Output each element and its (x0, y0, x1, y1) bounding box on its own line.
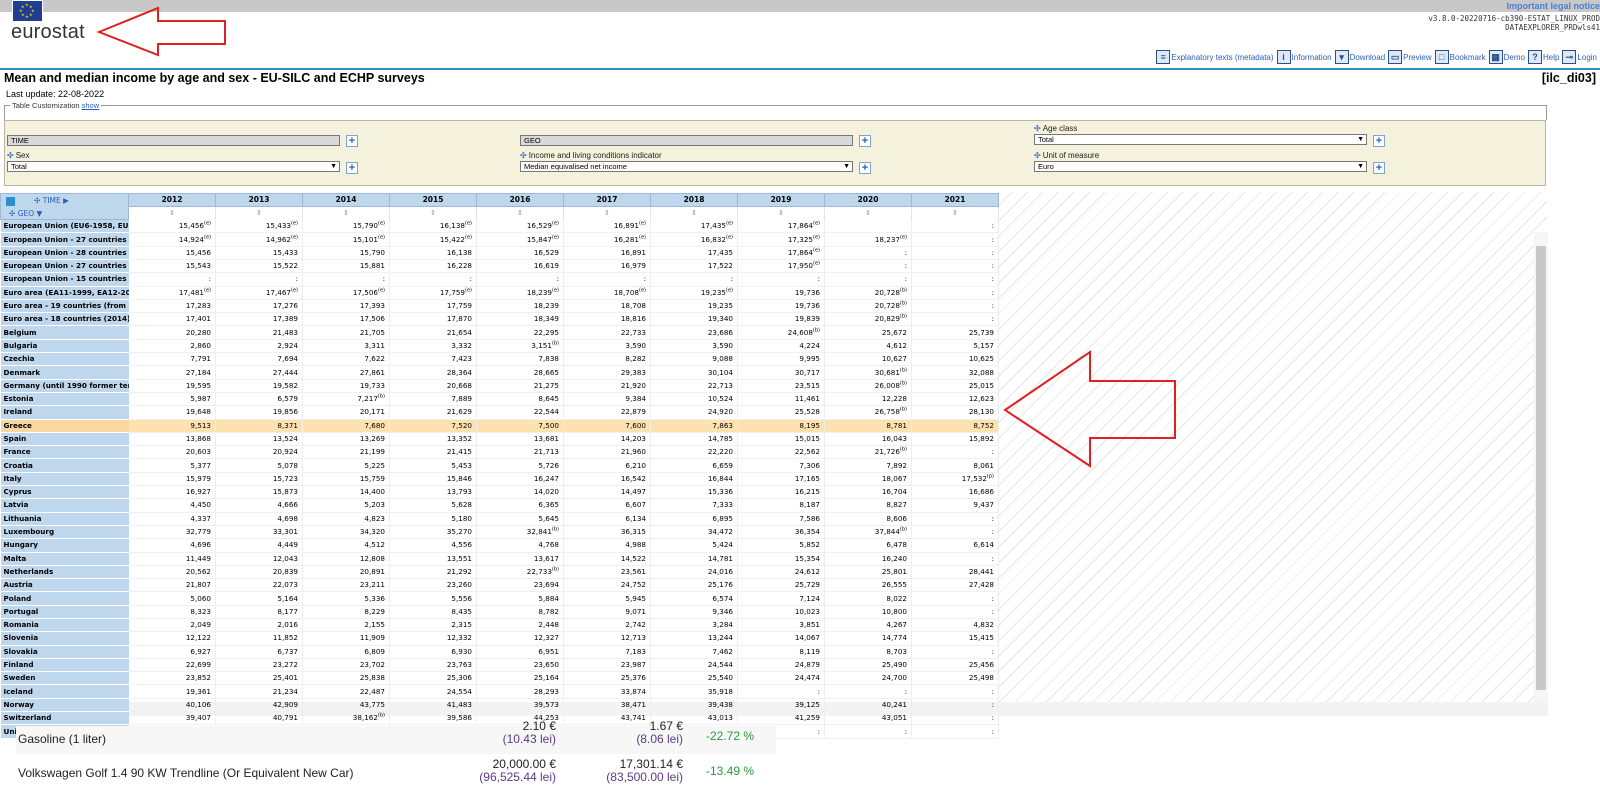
price-row: Gasoline (1 liter) 2.10 € (10.43 lei) 1.6… (16, 720, 776, 754)
price-col2: 1.67 € (8.06 lei) (601, 720, 683, 746)
price-comparison: Gasoline (1 liter) 2.10 € (10.43 lei) 1.6… (16, 720, 776, 786)
price-col1: 20,000.00 € (96,525.44 lei) (476, 758, 556, 784)
price-col1-lei: (10.43 lei) (502, 732, 556, 746)
price-col2: 17,301.14 € (83,500.00 lei) (601, 758, 683, 784)
price-col1-lei: (96,525.44 lei) (479, 770, 556, 784)
price-diff: -22.72 % (706, 729, 755, 743)
price-col2-lei: (8.06 lei) (636, 732, 683, 746)
price-col2-lei: (83,500.00 lei) (606, 770, 683, 784)
price-diff: -13.49 % (706, 764, 755, 778)
price-col1: 2.10 € (10.43 lei) (476, 720, 556, 746)
annotation-layer (96, 6, 1176, 468)
price-item-name: Gasoline (1 liter) (18, 732, 107, 746)
price-row: Volkswagen Golf 1.4 90 KW Trendline (Or … (16, 758, 776, 786)
arrow-logo-annotation (96, 6, 226, 57)
arrow-greece-annotation (1003, 350, 1176, 468)
price-item-name: Volkswagen Golf 1.4 90 KW Trendline (Or … (18, 766, 354, 780)
